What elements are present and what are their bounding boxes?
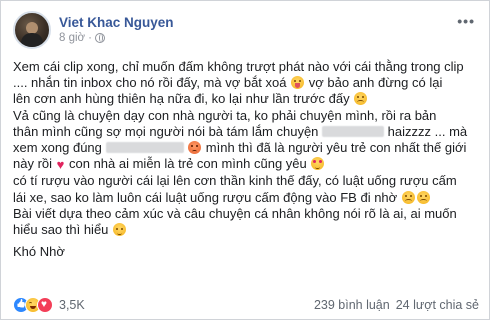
post-line: Khó Nhờ (13, 244, 65, 260)
post-line: lái xe, sao ko làm luôn cái luật uống rư… (13, 190, 483, 206)
post-line: lên cơn anh hùng thiên hạ nữa đi, ko lại… (13, 91, 483, 107)
love-icon (37, 297, 53, 313)
post-line: hiểu sao thì hiểu (13, 222, 483, 238)
post-line: thân mình cũng sợ mọi người nói bà tám l… (13, 123, 468, 139)
angry-emoji-icon (188, 141, 202, 155)
tongue-emoji-icon (291, 76, 305, 90)
redacted-text (322, 125, 385, 137)
post-line: xem xong đúng mình thì đã là người yêu t… (13, 140, 467, 156)
globe-icon (94, 33, 105, 43)
sad-emoji-icon (416, 190, 430, 204)
post-header: Viet Khac Nguyen 8 giờ · (13, 11, 174, 49)
post-text: Xem cái clip xong, chỉ muốn đấm không tr… (13, 59, 483, 260)
author-name[interactable]: Viet Khac Nguyen (59, 15, 174, 31)
sad-emoji-icon (354, 92, 368, 106)
love-emoji-icon (311, 157, 325, 171)
post-line: này rồi ♥ con nhà ai miễn là trẻ con mìn… (13, 156, 483, 173)
comment-count[interactable]: 239 bình luận (314, 298, 390, 312)
author-avatar[interactable] (13, 11, 51, 49)
post-time[interactable]: 8 giờ (59, 31, 85, 46)
share-count[interactable]: 24 lượt chia sẻ (396, 298, 479, 312)
post-footer: 3,5K 239 bình luận 24 lượt chia sẻ (13, 297, 479, 313)
post-line: .... nhắn tin inbox cho nó rồi đấy, mà v… (13, 75, 443, 91)
post-line: có tí rượu vào người cái lại lên cơn thầ… (13, 173, 457, 189)
post-line: Xem cái clip xong, chỉ muốn đấm không tr… (13, 59, 464, 74)
post-subline: 8 giờ · (59, 31, 174, 46)
reaction-count[interactable]: 3,5K (59, 298, 85, 312)
separator: · (88, 31, 92, 44)
sweat-emoji-icon (113, 223, 127, 237)
reactions-summary[interactable] (13, 297, 53, 313)
post-line: Bài viết dựa theo cảm xúc và câu chuyện … (13, 205, 457, 221)
post-line: Vả cũng là chuyện dạy con nhà người ta, … (13, 107, 437, 123)
more-options-button[interactable]: ••• (457, 13, 475, 29)
heart-icon: ♥ (56, 157, 65, 173)
post-meta: Viet Khac Nguyen 8 giờ · (59, 15, 174, 46)
sad-emoji-icon (401, 190, 415, 204)
facebook-post-card: Viet Khac Nguyen 8 giờ · ••• Xem cái cli… (0, 0, 490, 320)
redacted-text (105, 142, 184, 154)
